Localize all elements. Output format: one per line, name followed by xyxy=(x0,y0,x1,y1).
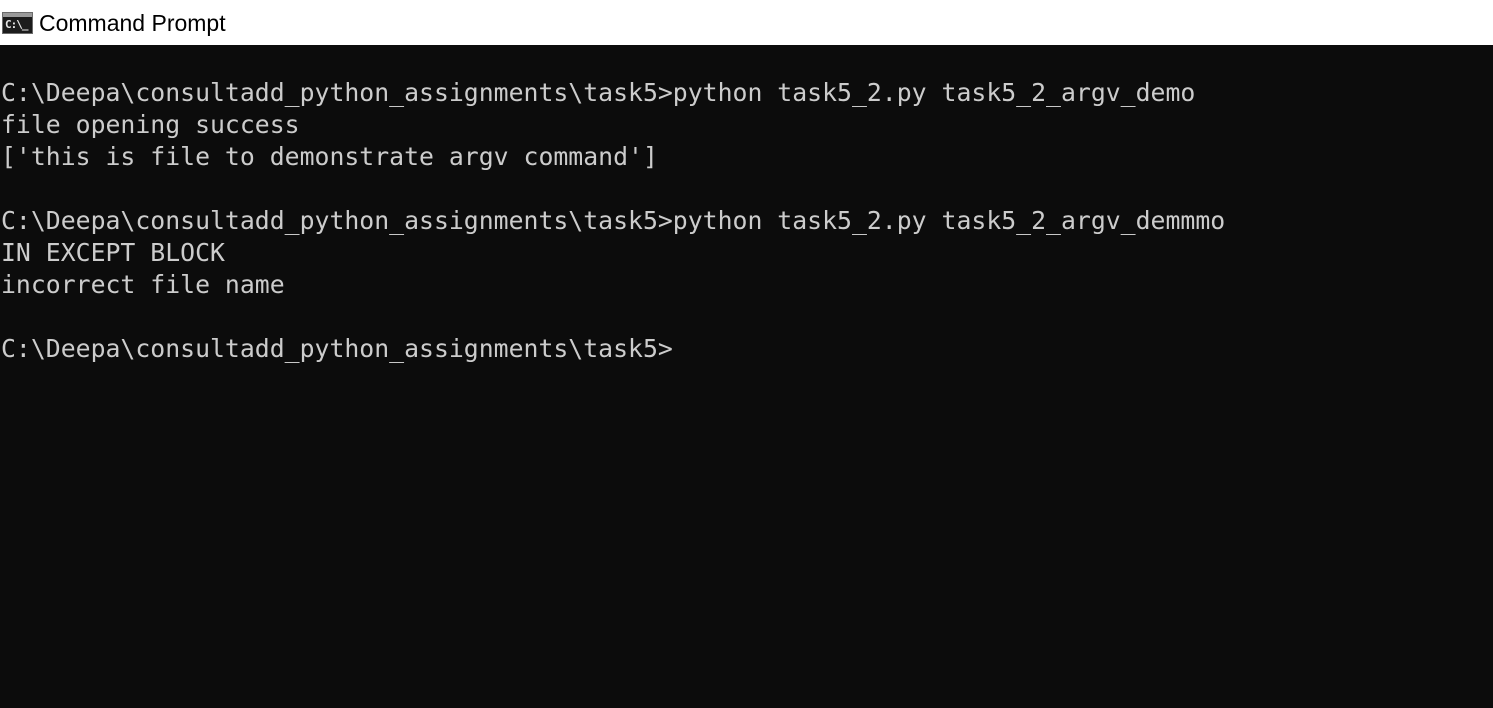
console-line-command: C:\Deepa\consultadd_python_assignments\t… xyxy=(1,206,1226,235)
window-title: Command Prompt xyxy=(39,10,226,36)
console-output[interactable]: C:\Deepa\consultadd_python_assignments\t… xyxy=(0,45,1493,708)
console-line-output: IN EXCEPT BLOCK xyxy=(1,238,225,267)
cmd-app-icon[interactable]: C:\_ xyxy=(2,12,33,34)
console-line-command: C:\Deepa\consultadd_python_assignments\t… xyxy=(1,78,1196,107)
console-line-output: ['this is file to demonstrate argv comma… xyxy=(1,142,658,171)
cmd-icon-glyph: C:\_ xyxy=(5,18,28,31)
console-line-output: incorrect file name xyxy=(1,270,285,299)
command-prompt-window: C:\_ Command Prompt C:\Deepa\consultadd_… xyxy=(0,0,1493,708)
console-line-output: file opening success xyxy=(1,110,300,139)
title-bar[interactable]: C:\_ Command Prompt xyxy=(0,0,1493,45)
cmd-icon-titlebar-strip xyxy=(3,13,32,17)
console-prompt[interactable]: C:\Deepa\consultadd_python_assignments\t… xyxy=(1,333,673,365)
